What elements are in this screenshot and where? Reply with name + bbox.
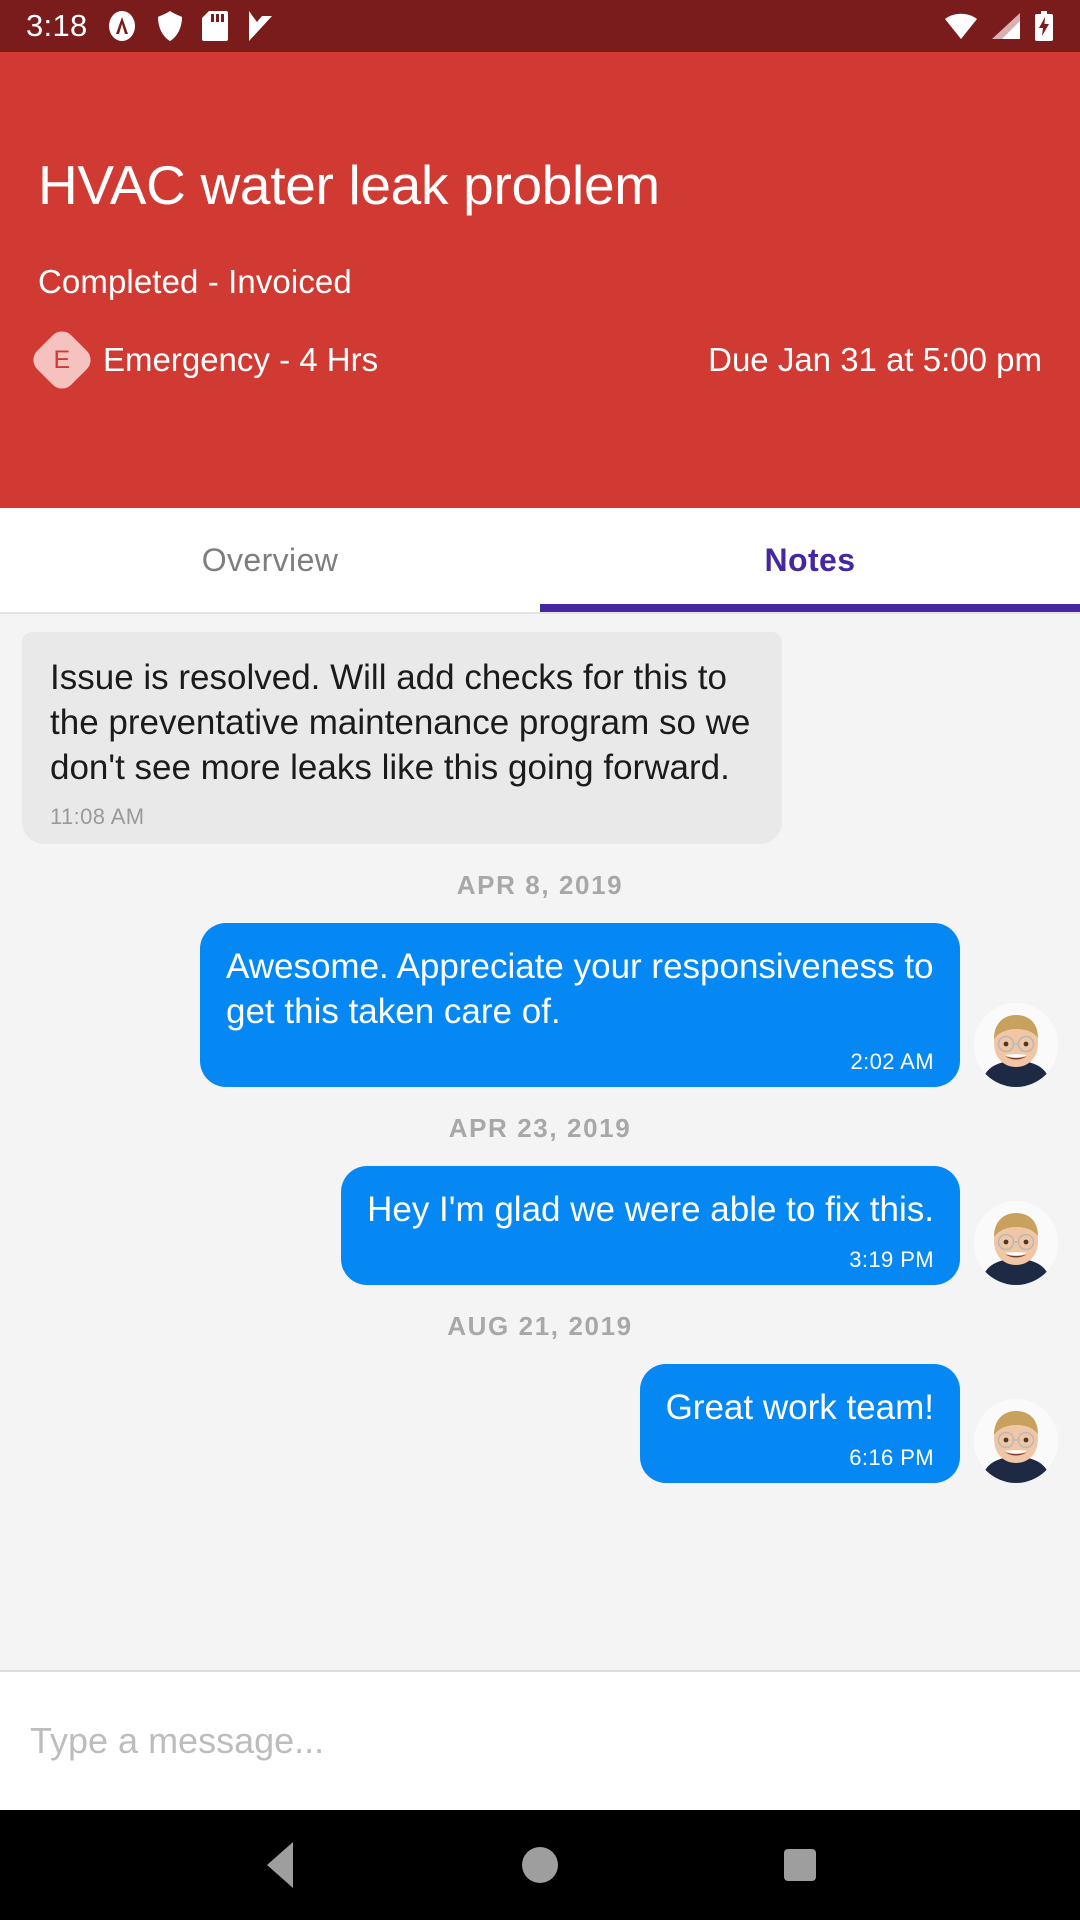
job-header: HVAC water leak problem Completed - Invo… (0, 52, 1080, 508)
status-bar-right (944, 11, 1054, 41)
sd-card-icon (201, 10, 228, 42)
message-text: Great work team! (665, 1387, 934, 1427)
recents-button[interactable] (755, 1820, 845, 1910)
outgoing-message-bubble[interactable]: Great work team! 6:16 PM (639, 1363, 960, 1483)
message-input[interactable] (30, 1720, 1050, 1762)
status-bar: 3:18 (0, 0, 1080, 52)
message-timestamp: 6:16 PM (849, 1444, 934, 1470)
message-row: Awesome. Appreciate your responsiveness … (0, 923, 1080, 1087)
message-composer[interactable] (0, 1670, 1080, 1810)
date-separator: AUG 21, 2019 (447, 1310, 633, 1341)
outgoing-message-bubble[interactable]: Awesome. Appreciate your responsiveness … (200, 923, 960, 1087)
battery-charging-icon (1034, 11, 1054, 41)
back-triangle-icon (267, 1842, 293, 1888)
home-circle-icon (522, 1847, 558, 1883)
recents-square-icon (784, 1849, 816, 1881)
message-timestamp: 11:08 AM (50, 804, 145, 830)
status-bar-clock: 3:18 (26, 8, 88, 43)
message-row: Issue is resolved. Will add checks for t… (0, 632, 1080, 845)
app-screen: 3:18 HVAC water leak problem Completed -… (0, 0, 1080, 1920)
tab-active-indicator (540, 604, 1080, 612)
tab-bar: Overview Notes (0, 508, 1080, 614)
message-timestamp: 2:02 AM (850, 1048, 934, 1074)
message-row: Great work team! 6:16 PM (0, 1363, 1080, 1483)
message-text: Issue is resolved. Will add checks for t… (50, 658, 751, 787)
back-button[interactable] (235, 1820, 325, 1910)
tab-overview[interactable]: Overview (0, 508, 540, 612)
android-navigation-bar (0, 1810, 1080, 1920)
avast-icon (106, 10, 138, 42)
message-text: Hey I'm glad we were able to fix this. (367, 1189, 934, 1229)
message-row: Hey I'm glad we were able to fix this. 3:… (0, 1165, 1080, 1285)
outgoing-message-bubble[interactable]: Hey I'm glad we were able to fix this. 3:… (341, 1165, 960, 1285)
due-date-label: Due Jan 31 at 5:00 pm (708, 340, 1042, 378)
checkmark-flag-icon (246, 10, 274, 42)
user-avatar[interactable] (974, 1002, 1058, 1087)
status-bar-left: 3:18 (26, 8, 274, 44)
notes-message-list[interactable]: Issue is resolved. Will add checks for t… (0, 614, 1080, 1670)
job-status-text: Completed - Invoiced (38, 262, 352, 300)
incoming-message-bubble[interactable]: Issue is resolved. Will add checks for t… (22, 632, 782, 845)
tab-notes[interactable]: Notes (540, 508, 1080, 612)
date-separator: APR 23, 2019 (448, 1112, 632, 1143)
page-title: HVAC water leak problem (38, 154, 660, 216)
user-avatar[interactable] (974, 1200, 1058, 1285)
shield-icon (156, 10, 184, 42)
job-meta-row: E Emergency - 4 Hrs Due Jan 31 at 5:00 p… (28, 325, 1042, 394)
priority-label: Emergency - 4 Hrs (103, 340, 379, 378)
user-avatar[interactable] (974, 1398, 1058, 1483)
emergency-priority-icon: E (28, 325, 96, 394)
date-separator: APR 8, 2019 (456, 870, 624, 901)
cellular-signal-icon (990, 12, 1022, 40)
wifi-icon (944, 12, 978, 40)
message-text: Awesome. Appreciate your responsiveness … (226, 947, 934, 1032)
priority-badge-letter: E (53, 345, 71, 373)
message-timestamp: 3:19 PM (849, 1246, 934, 1272)
priority-group: E Emergency - 4 Hrs (28, 325, 379, 394)
home-button[interactable] (495, 1820, 585, 1910)
